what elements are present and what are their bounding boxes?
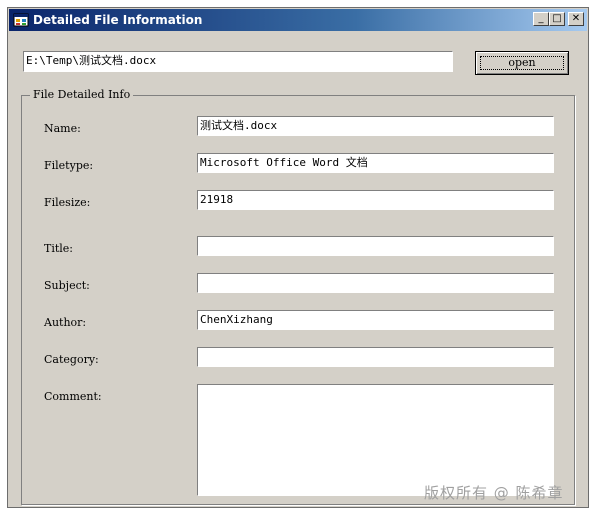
open-button[interactable]: open	[475, 51, 569, 75]
title-bar[interactable]: Detailed File Information _ □ ✕	[9, 9, 587, 31]
author-field[interactable]: ChenXizhang	[197, 310, 554, 330]
comment-label: Comment:	[44, 390, 102, 403]
focus-rectangle	[480, 56, 564, 70]
maximize-button[interactable]: □	[549, 12, 565, 26]
filesize-field[interactable]: 21918	[197, 190, 554, 210]
application-icon	[13, 12, 29, 28]
title-field[interactable]	[197, 236, 554, 256]
group-title: File Detailed Info	[30, 88, 134, 102]
file-path-input[interactable]: E:\Temp\测试文档.docx	[23, 51, 453, 72]
name-field[interactable]: 测试文档.docx	[197, 116, 554, 136]
category-label: Category:	[44, 353, 99, 366]
title-label: Title:	[44, 242, 74, 255]
filetype-label: Filetype:	[44, 159, 94, 172]
main-window: Detailed File Information _ □ ✕ E:\Temp\…	[7, 7, 589, 508]
author-label: Author:	[44, 316, 87, 329]
window-title: Detailed File Information	[33, 13, 203, 27]
comment-textarea[interactable]	[197, 384, 554, 496]
name-label: Name:	[44, 122, 81, 135]
copyright-watermark: 版权所有 @ 陈希章	[424, 484, 564, 502]
close-button[interactable]: ✕	[568, 12, 584, 26]
minimize-button[interactable]: _	[533, 12, 549, 26]
category-field[interactable]	[197, 347, 554, 367]
subject-field[interactable]	[197, 273, 554, 293]
filetype-field[interactable]: Microsoft Office Word 文档	[197, 153, 554, 173]
subject-label: Subject:	[44, 279, 90, 292]
filesize-label: Filesize:	[44, 196, 91, 209]
